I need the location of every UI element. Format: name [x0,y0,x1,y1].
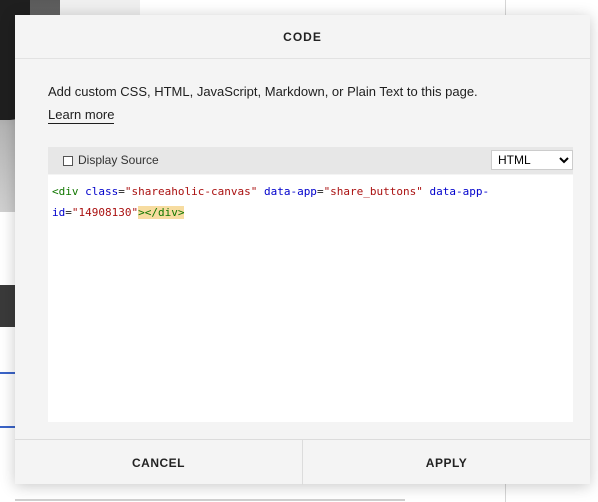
code-equals: = [118,185,125,198]
modal-title: CODE [283,29,322,44]
code-content[interactable]: <div class="shareaholic-canvas" data-app… [52,181,567,223]
code-value-data-app: "share_buttons" [323,185,423,198]
editor-toolbar: Display Source HTML [48,147,573,174]
learn-more-link[interactable]: Learn more [48,107,115,124]
background-bottom-line [15,499,405,501]
background-dark-band [0,285,15,327]
code-equals: = [316,185,324,198]
modal-footer: CANCEL APPLY [15,439,590,485]
cancel-button[interactable]: CANCEL [15,440,303,485]
modal-description: Add custom CSS, HTML, JavaScript, Markdo… [48,84,478,99]
code-close-tag: </div> [144,206,185,219]
background-blue-line [0,372,15,374]
code-attr-data-app: data-app [263,185,317,198]
modal-header: CODE [15,15,590,59]
code-close-bracket: > [138,206,145,219]
language-select[interactable]: HTML [491,150,573,170]
code-editor[interactable]: <div class="shareaholic-canvas" data-app… [48,175,573,422]
code-equals: = [65,206,72,219]
apply-button[interactable]: APPLY [303,440,590,485]
code-modal: CODE Add custom CSS, HTML, JavaScript, M… [15,15,590,485]
code-value-data-app-id: "14908130" [71,206,139,219]
code-open-tag: <div [52,185,79,198]
display-source-checkbox[interactable] [63,156,73,166]
display-source-label[interactable]: Display Source [78,153,159,167]
code-attr-class: class [85,185,119,198]
code-value-class: "shareaholic-canvas" [124,185,258,198]
background-blue-line [0,426,15,428]
